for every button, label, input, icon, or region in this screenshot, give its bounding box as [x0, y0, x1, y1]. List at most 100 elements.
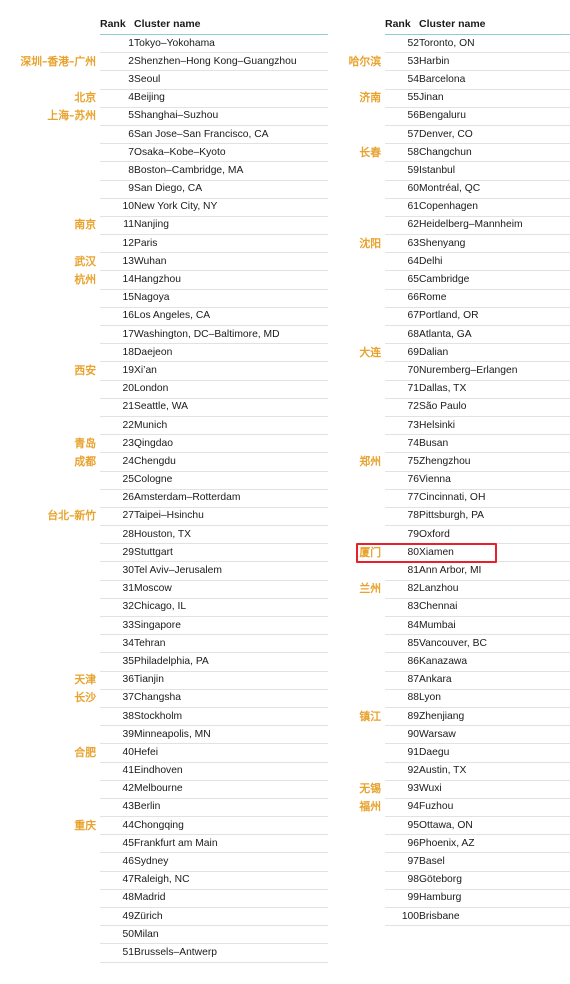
table-row: 71 Dallas, TX	[385, 380, 570, 399]
table-row: 85 Vancouver, BC	[385, 634, 570, 654]
cell-rank: 91	[385, 743, 419, 763]
cell-rank: 70	[385, 361, 419, 381]
cell-cluster-name: Denver, CO	[419, 125, 570, 145]
table-row: 60 Montréal, QC	[385, 180, 570, 199]
table-row: 61 Copenhagen	[385, 198, 570, 217]
chinese-annotation-label: 重庆	[74, 818, 96, 832]
chinese-annotation-label: 郑州	[359, 454, 381, 468]
header-row: Rank Cluster name	[385, 18, 570, 35]
chinese-annotation-label: 福州	[359, 800, 381, 814]
cell-rank: 32	[100, 598, 134, 618]
cell-rank: 46	[100, 852, 134, 872]
cell-cluster-name: Göteborg	[419, 871, 570, 890]
table-row: 89 镇江 Zhenjiang	[359, 707, 570, 727]
rank-table-right: Rank Cluster name 52 Toronto, ON 53 哈尔滨 Harb…	[349, 18, 570, 927]
cell-cluster-name: Vienna	[419, 471, 570, 490]
cell-rank: 22	[100, 416, 134, 436]
cell-rank: 30	[100, 561, 134, 581]
cell-rank: 59	[385, 161, 419, 181]
cell-cluster-name: Oxford	[419, 525, 570, 545]
cell-rank: 64	[385, 252, 419, 272]
cell-rank: 24 成都	[74, 452, 134, 472]
table-row: 80 厦门 Xiamen	[359, 543, 570, 563]
cell-cluster-name: Bengaluru	[419, 107, 570, 126]
cell-cluster-name: Lanzhou	[419, 580, 570, 599]
table-row: 54 Barcelona	[385, 70, 570, 90]
cell-rank: 27 台北–新竹	[47, 507, 134, 527]
table-row: 91 Daegu	[385, 743, 570, 763]
table-header-right: Rank Cluster name	[385, 18, 570, 35]
cell-cluster-name: Daegu	[419, 743, 570, 763]
rank-column-right: Rank Cluster name 52 Toronto, ON 53 哈尔滨 Harb…	[285, 18, 570, 927]
cell-rank: 18	[100, 343, 134, 363]
cell-rank: 4 北京	[74, 89, 134, 108]
cell-cluster-name: Pittsburgh, PA	[419, 507, 570, 527]
cell-rank: 13 武汉	[74, 252, 134, 272]
cell-rank: 87	[385, 671, 419, 690]
cell-rank: 53 哈尔滨	[349, 52, 419, 72]
table-row: 90 Warsaw	[385, 725, 570, 745]
chinese-annotation-label: 台北–新竹	[47, 509, 96, 523]
table-row: 64 Delhi	[385, 252, 570, 272]
chinese-annotation-label: 沈阳	[359, 236, 381, 250]
cell-cluster-name: Warsaw	[419, 725, 570, 745]
cell-rank: 47	[100, 871, 134, 890]
cell-cluster-name: Montréal, QC	[419, 180, 570, 199]
cell-cluster-name: Austin, TX	[419, 762, 570, 781]
table-row: 94 福州 Fuzhou	[359, 798, 570, 818]
cell-rank: 50	[100, 925, 134, 945]
cell-cluster-name: Copenhagen	[419, 198, 570, 217]
cell-rank: 20	[100, 380, 134, 399]
table-row: 81 Ann Arbor, MI	[385, 561, 570, 581]
chinese-annotation-label: 南京	[74, 218, 96, 232]
cell-rank: 77	[385, 489, 419, 508]
cell-rank: 74	[385, 434, 419, 454]
cell-rank: 84	[385, 616, 419, 636]
cell-rank: 65	[385, 270, 419, 290]
cell-rank: 55 济南	[359, 89, 419, 108]
cell-cluster-name: Rome	[419, 289, 570, 308]
cell-rank: 41	[100, 762, 134, 781]
table-row: 93 无锡 Wuxi	[359, 780, 570, 799]
chinese-annotation-label: 武汉	[74, 254, 96, 268]
cell-cluster-name: Toronto, ON	[419, 34, 570, 54]
cell-rank: 76	[385, 471, 419, 490]
table-row: 77 Cincinnati, OH	[385, 489, 570, 508]
cell-rank: 39	[100, 725, 134, 745]
table-row: 79 Oxford	[385, 525, 570, 545]
chinese-annotation-label: 兰州	[359, 582, 381, 596]
table-row: 78 Pittsburgh, PA	[385, 507, 570, 527]
cell-rank: 57	[385, 125, 419, 145]
cell-rank: 100	[385, 907, 419, 927]
table-row: 99 Hamburg	[385, 889, 570, 909]
cell-rank: 99	[385, 889, 419, 909]
cell-rank: 97	[385, 852, 419, 872]
cell-rank: 35	[100, 652, 134, 672]
table-row: 87 Ankara	[385, 671, 570, 690]
cell-cluster-name: Helsinki	[419, 416, 570, 436]
cell-cluster-name: Changchun	[419, 143, 570, 163]
table-row: 53 哈尔滨 Harbin	[349, 52, 570, 72]
cell-rank: 42	[100, 780, 134, 799]
cell-rank: 71	[385, 380, 419, 399]
cell-rank: 7	[100, 143, 134, 163]
cell-rank: 37 长沙	[74, 689, 134, 708]
cell-cluster-name: Heidelberg–Mannheim	[419, 216, 570, 236]
cell-rank: 12	[100, 234, 134, 254]
cell-rank: 85	[385, 634, 419, 654]
chinese-annotation-label: 成都	[74, 454, 96, 468]
cell-rank: 73	[385, 416, 419, 436]
cell-rank: 54	[385, 70, 419, 90]
table-row: 69 大连 Dalian	[359, 343, 570, 363]
chinese-annotation-label: 合肥	[74, 745, 96, 759]
cell-rank: 52	[385, 34, 419, 54]
table-row: 67 Portland, OR	[385, 307, 570, 327]
chinese-annotation-label: 青岛	[74, 436, 96, 450]
table-body-right: 52 Toronto, ON 53 哈尔滨 Harbin 54 Barcelona 55 济南 J…	[349, 34, 570, 927]
cell-rank: 28	[100, 525, 134, 545]
column-header-rank: Rank	[385, 18, 419, 35]
cell-rank: 66	[385, 289, 419, 308]
cell-rank: 88	[385, 689, 419, 708]
figure-canvas: Rank Cluster name 1 Tokyo–Yokohama 2 深圳–香港–…	[0, 0, 570, 984]
cell-rank: 79	[385, 525, 419, 545]
